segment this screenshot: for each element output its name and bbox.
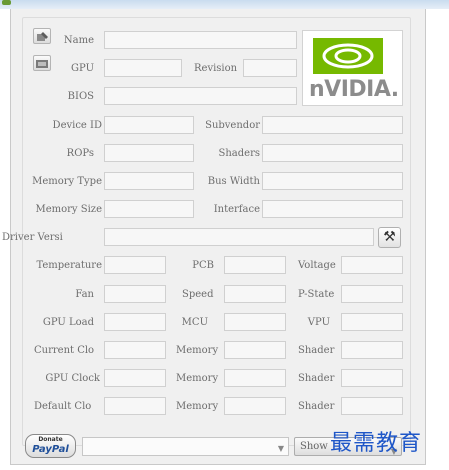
bios-field[interactable] bbox=[104, 87, 297, 105]
driver-version-label: Driver Versi bbox=[2, 232, 63, 243]
speed-field[interactable] bbox=[224, 285, 286, 303]
mcu-label: MCU bbox=[181, 317, 208, 328]
gpu-select-dropdown[interactable]: ▼ bbox=[82, 437, 289, 456]
shaders-field[interactable] bbox=[262, 144, 403, 162]
fan-field[interactable] bbox=[104, 285, 166, 303]
chevron-down-icon: ▼ bbox=[277, 444, 284, 453]
fan-label: Fan bbox=[75, 289, 94, 300]
bus-width-label: Bus Width bbox=[207, 176, 260, 187]
memory-type-label: Memory Type bbox=[32, 176, 102, 187]
revision-field[interactable] bbox=[243, 59, 297, 77]
current-shader-label: Shader bbox=[298, 345, 335, 356]
temperature-field[interactable] bbox=[104, 256, 166, 274]
temperature-label: Temperature bbox=[36, 260, 102, 271]
default-shader-field[interactable] bbox=[341, 397, 403, 415]
revision-label: Revision bbox=[194, 63, 238, 74]
interface-label: Interface bbox=[213, 204, 260, 215]
voltage-field[interactable] bbox=[341, 256, 403, 274]
name-field[interactable] bbox=[104, 31, 297, 49]
bios-label: BIOS bbox=[67, 91, 94, 102]
default-clock-field[interactable] bbox=[104, 397, 166, 415]
gpu-memory-field[interactable] bbox=[224, 369, 286, 387]
subvendor-label: Subvendor bbox=[205, 120, 260, 131]
donate-text: Donate bbox=[38, 436, 63, 443]
gpu-clock-label: GPU Clock bbox=[45, 373, 100, 384]
device-id-field[interactable] bbox=[104, 116, 194, 134]
voltage-label: Voltage bbox=[298, 260, 336, 271]
current-clock-field[interactable] bbox=[104, 341, 166, 359]
gpu-shader-field[interactable] bbox=[341, 369, 403, 387]
gpu-shader-label: Shader bbox=[298, 373, 335, 384]
rops-label: ROPs bbox=[66, 148, 94, 159]
pcb-label: PCB bbox=[192, 260, 214, 271]
shaders-label: Shaders bbox=[218, 148, 260, 159]
rops-field[interactable] bbox=[104, 144, 194, 162]
memory-type-field[interactable] bbox=[104, 172, 194, 190]
gpu-load-field[interactable] bbox=[104, 313, 166, 331]
mcu-field[interactable] bbox=[224, 313, 286, 331]
driver-version-field[interactable] bbox=[104, 228, 374, 246]
current-memory-field[interactable] bbox=[224, 341, 286, 359]
current-memory-label: Memory bbox=[176, 345, 219, 356]
default-clock-label: Default Clo bbox=[34, 401, 92, 412]
nvidia-logo: nVIDIA. bbox=[302, 30, 403, 106]
gpu-memory-label: Memory bbox=[176, 373, 219, 384]
paypal-text: PayPal bbox=[32, 444, 69, 455]
vpu-field[interactable] bbox=[341, 313, 403, 331]
app-icon bbox=[2, 0, 11, 5]
current-clock-label: Current Clo bbox=[34, 345, 95, 356]
gpu-load-label: GPU Load bbox=[42, 317, 94, 328]
pcb-field[interactable] bbox=[224, 256, 286, 274]
speed-label: Speed bbox=[182, 289, 214, 300]
vpu-label: VPU bbox=[307, 317, 330, 328]
watermark-text: 最需教育 bbox=[330, 431, 423, 456]
nvidia-wordmark: nVIDIA. bbox=[309, 77, 399, 102]
default-shader-label: Shader bbox=[298, 401, 335, 412]
bus-width-field[interactable] bbox=[262, 172, 403, 190]
subvendor-field[interactable] bbox=[262, 116, 403, 134]
name-label: Name bbox=[63, 35, 94, 46]
default-memory-field[interactable] bbox=[224, 397, 286, 415]
p-state-label: P-State bbox=[298, 289, 335, 300]
p-state-field[interactable] bbox=[341, 285, 403, 303]
paypal-donate-button[interactable]: Donate PayPal bbox=[25, 434, 76, 458]
interface-field[interactable] bbox=[262, 200, 403, 218]
default-memory-label: Memory bbox=[176, 401, 219, 412]
gpu-clock-field[interactable] bbox=[104, 369, 166, 387]
memory-size-field[interactable] bbox=[104, 200, 194, 218]
show-button-label: Show bbox=[300, 441, 328, 452]
window-title-bar bbox=[0, 0, 449, 9]
device-id-label: Device ID bbox=[52, 120, 102, 131]
current-shader-field[interactable] bbox=[341, 341, 403, 359]
memory-size-label: Memory Size bbox=[35, 204, 102, 215]
gpu-label: GPU bbox=[71, 63, 94, 74]
nvidia-eye-icon bbox=[313, 38, 383, 74]
gpu-field[interactable] bbox=[104, 59, 182, 77]
tools-icon[interactable]: ⚒ bbox=[378, 227, 401, 248]
